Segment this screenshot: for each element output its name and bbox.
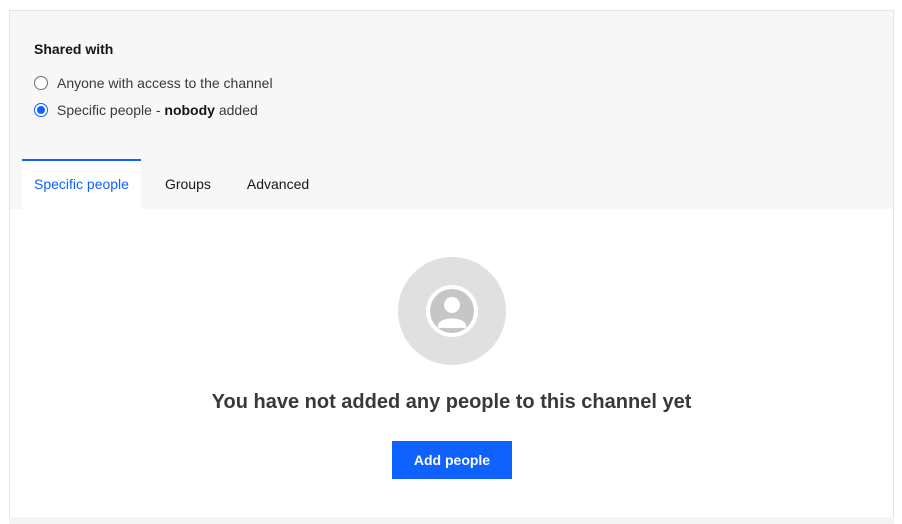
radio-label-specific-bold: nobody xyxy=(164,102,215,118)
radio-button-checked[interactable] xyxy=(34,103,48,117)
radio-specific-people[interactable]: Specific people - nobody added xyxy=(34,102,258,118)
radio-anyone-with-access[interactable]: Anyone with access to the channel xyxy=(34,75,273,91)
share-settings-panel: Shared with Anyone with access to the ch… xyxy=(9,10,894,518)
tab-list: Specific people Groups Advanced xyxy=(22,159,321,209)
shared-with-title: Shared with xyxy=(34,41,114,57)
radio-label-specific-prefix: Specific people - xyxy=(57,102,165,118)
empty-state-avatar xyxy=(398,257,506,365)
tab-groups[interactable]: Groups xyxy=(141,159,223,209)
add-people-button[interactable]: Add people xyxy=(392,441,512,479)
radio-button-unchecked[interactable] xyxy=(34,76,48,90)
tab-advanced[interactable]: Advanced xyxy=(223,159,321,209)
radio-label-anyone: Anyone with access to the channel xyxy=(57,75,273,91)
user-avatar-icon xyxy=(426,285,478,337)
radio-label-specific-suffix: added xyxy=(214,102,258,118)
bottom-divider xyxy=(9,517,894,524)
shared-with-section: Shared with Anyone with access to the ch… xyxy=(10,11,893,209)
tab-panel-specific-people: You have not added any people to this ch… xyxy=(10,209,893,517)
empty-state-message: You have not added any people to this ch… xyxy=(211,391,692,413)
tab-specific-people[interactable]: Specific people xyxy=(22,159,141,209)
